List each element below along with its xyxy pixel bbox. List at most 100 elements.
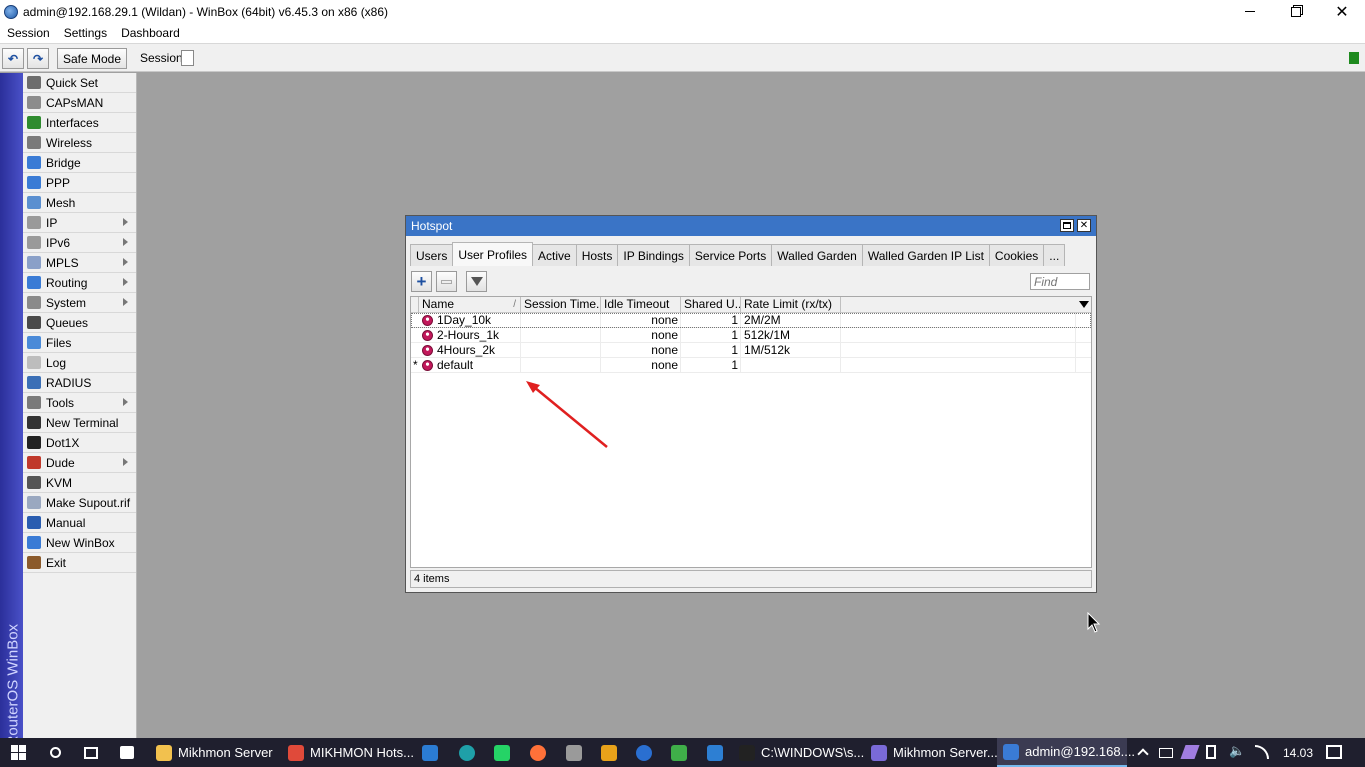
filter-button[interactable] — [466, 271, 487, 292]
hotspot-maximize-button[interactable] — [1060, 219, 1074, 232]
column-header-rate-limit[interactable]: Rate Limit (rx/tx) — [741, 297, 841, 313]
sidebar-item-routing[interactable]: Routing — [23, 273, 136, 293]
sidebar-item-manual[interactable]: Manual — [23, 513, 136, 533]
sidebar-item-kvm[interactable]: KVM — [23, 473, 136, 493]
sidebar-item-exit[interactable]: Exit — [23, 553, 136, 573]
session-field[interactable] — [181, 50, 194, 66]
firefox-app-button[interactable] — [526, 738, 550, 767]
app-button-6[interactable] — [597, 738, 621, 767]
column-header-session-timeout[interactable]: Session Time... — [521, 297, 601, 313]
phone-icon[interactable] — [1206, 745, 1216, 759]
sidebar-item-tools[interactable]: Tools — [23, 393, 136, 413]
tab-service-ports[interactable]: Service Ports — [688, 244, 773, 266]
sidebar-item-queues[interactable]: Queues — [23, 313, 136, 333]
sidebar-item-files[interactable]: Files — [23, 333, 136, 353]
undo-button[interactable]: ↶ — [2, 48, 24, 69]
tab-cookies[interactable]: Cookies — [988, 244, 1045, 266]
tab-active[interactable]: Active — [532, 244, 577, 266]
sidebar-item-mpls[interactable]: MPLS — [23, 253, 136, 273]
mail-app-button[interactable] — [418, 738, 442, 767]
tray-overflow-icon[interactable] — [1136, 746, 1150, 760]
taskbar-item-cmd[interactable]: C:\WINDOWS\s... — [733, 738, 864, 767]
redo-button[interactable]: ↷ — [27, 48, 49, 69]
app-button-5[interactable] — [562, 738, 586, 767]
table-row[interactable]: 2-Hours_1k none 1 512k/1M — [411, 328, 1091, 343]
column-header-filler — [841, 297, 1076, 313]
sidebar-item-radius[interactable]: RADIUS — [23, 373, 136, 393]
table-row[interactable]: * default none 1 — [411, 358, 1091, 373]
sidebar-item-dot1x[interactable]: Dot1X — [23, 433, 136, 453]
tab-user-profiles[interactable]: User Profiles — [452, 242, 534, 266]
minimize-icon — [1245, 11, 1255, 12]
task-view-button[interactable] — [74, 738, 108, 767]
sidebar-item-ip[interactable]: IP — [23, 213, 136, 233]
store-button[interactable] — [110, 738, 144, 767]
pen-icon[interactable] — [1180, 745, 1200, 759]
app-button-7[interactable] — [632, 738, 656, 767]
sidebar-item-system[interactable]: System — [23, 293, 136, 313]
sidebar-item-interfaces[interactable]: Interfaces — [23, 113, 136, 133]
sidebar-item-new-winbox[interactable]: New WinBox — [23, 533, 136, 553]
add-button[interactable]: + — [411, 271, 432, 292]
sidebar-item-log[interactable]: Log — [23, 353, 136, 373]
sidebar-item-make-supout-rif[interactable]: Make Supout.rif — [23, 493, 136, 513]
network-tool-icon — [566, 744, 582, 761]
quick-set-icon — [27, 76, 41, 89]
tab-walled-garden-ip-list[interactable]: Walled Garden IP List — [861, 244, 990, 266]
start-button[interactable] — [0, 738, 36, 767]
vscode-app-button[interactable] — [703, 738, 727, 767]
column-header-name[interactable]: Name / — [419, 297, 521, 313]
hotspot-toolstrip: + — [410, 268, 1092, 296]
taskbar-item-winbox-task[interactable]: admin@192.168.... — [997, 738, 1135, 767]
tab-ip-bindings[interactable]: IP Bindings — [617, 244, 690, 266]
table-row[interactable]: 1Day_10k none 1 2M/2M — [411, 313, 1091, 328]
menu-session[interactable]: Session — [0, 26, 57, 40]
tab-hosts[interactable]: Hosts — [575, 244, 619, 266]
taskbar-item-folder[interactable]: Mikhmon Server — [150, 738, 273, 767]
remove-button[interactable] — [436, 271, 457, 292]
column-menu-button[interactable] — [1079, 301, 1089, 308]
sidebar-item-ipv6[interactable]: IPv6 — [23, 233, 136, 253]
sidebar-item-quick-set[interactable]: Quick Set — [23, 73, 136, 93]
sidebar-item-bridge[interactable]: Bridge — [23, 153, 136, 173]
taskbar-item-mikhmon[interactable]: Mikhmon Server... — [865, 738, 998, 767]
tab-walled-garden[interactable]: Walled Garden — [771, 244, 863, 266]
sidebar-item-capsman[interactable]: CAPsMAN — [23, 93, 136, 113]
battery-icon[interactable] — [1159, 748, 1173, 758]
close-window-button[interactable]: ✕ — [1319, 0, 1365, 23]
menu-settings[interactable]: Settings — [57, 26, 114, 40]
restore-button[interactable] — [1273, 0, 1319, 23]
tab-more[interactable]: ... — [1043, 244, 1066, 266]
sidebar-item-label: Mesh — [46, 195, 76, 210]
submenu-arrow-icon — [123, 298, 128, 306]
notification-icon[interactable] — [1326, 745, 1342, 759]
menu-dashboard[interactable]: Dashboard — [114, 26, 187, 40]
column-header-idle-timeout[interactable]: Idle Timeout — [601, 297, 681, 313]
column-header-shared-users[interactable]: Shared U... — [681, 297, 741, 313]
sidebar-item-mesh[interactable]: Mesh — [23, 193, 136, 213]
minimize-button[interactable] — [1227, 0, 1273, 23]
safe-mode-button[interactable]: Safe Mode — [57, 48, 127, 69]
filter-icon — [470, 277, 483, 286]
find-input[interactable] — [1030, 273, 1090, 290]
volume-icon[interactable]: 🔈 — [1229, 743, 1245, 758]
clock[interactable]: 14.03 — [1280, 738, 1316, 767]
sidebar-item-ppp[interactable]: PPP — [23, 173, 136, 193]
whatsapp-app-button[interactable] — [490, 738, 514, 767]
wifi-icon[interactable] — [1255, 745, 1269, 759]
hotspot-titlebar[interactable]: Hotspot ✕ — [406, 216, 1096, 236]
table-row[interactable]: 4Hours_2k none 1 1M/512k — [411, 343, 1091, 358]
sidebar-item-wireless[interactable]: Wireless — [23, 133, 136, 153]
profile-name: default — [437, 358, 474, 372]
link-app-icon — [671, 744, 687, 761]
search-button[interactable] — [38, 738, 72, 767]
taskbar-item-chrome[interactable]: MIKHMON Hots... — [282, 738, 414, 767]
edge-app-button[interactable] — [455, 738, 479, 767]
store-icon — [120, 746, 134, 759]
sidebar-item-dude[interactable]: Dude — [23, 453, 136, 473]
sidebar-item-new-terminal[interactable]: New Terminal — [23, 413, 136, 433]
tab-users[interactable]: Users — [410, 244, 454, 266]
app-button-8[interactable] — [667, 738, 691, 767]
cell-idle-timeout: none — [601, 328, 681, 343]
hotspot-close-button[interactable]: ✕ — [1077, 219, 1091, 232]
